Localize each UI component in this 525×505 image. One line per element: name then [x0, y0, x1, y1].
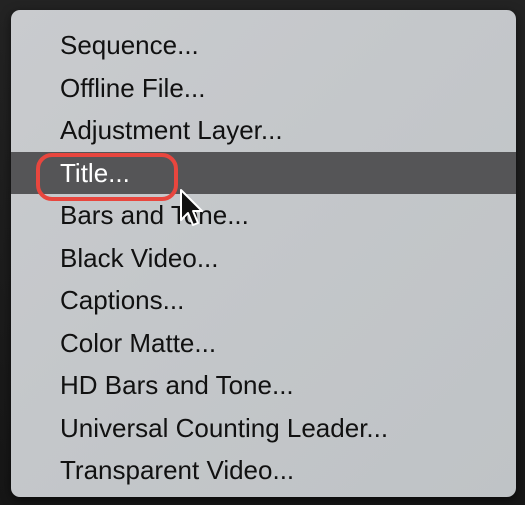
menu-list: Sequence... Offline File... Adjustment L… — [11, 24, 516, 492]
menu-item-sequence[interactable]: Sequence... — [11, 24, 516, 67]
menu-item-black-video[interactable]: Black Video... — [11, 237, 516, 280]
menu-item-hd-bars-and-tone[interactable]: HD Bars and Tone... — [11, 364, 516, 407]
menu-item-adjustment-layer[interactable]: Adjustment Layer... — [11, 109, 516, 152]
menu-item-offline-file[interactable]: Offline File... — [11, 67, 516, 110]
menu-item-color-matte[interactable]: Color Matte... — [11, 322, 516, 365]
menu-item-captions[interactable]: Captions... — [11, 279, 516, 322]
menu-item-universal-counting-leader[interactable]: Universal Counting Leader... — [11, 407, 516, 450]
new-item-context-menu: Sequence... Offline File... Adjustment L… — [11, 10, 516, 497]
menu-item-bars-and-tone[interactable]: Bars and Tone... — [11, 194, 516, 237]
menu-item-transparent-video[interactable]: Transparent Video... — [11, 449, 516, 492]
menu-item-title[interactable]: Title... — [11, 151, 516, 194]
